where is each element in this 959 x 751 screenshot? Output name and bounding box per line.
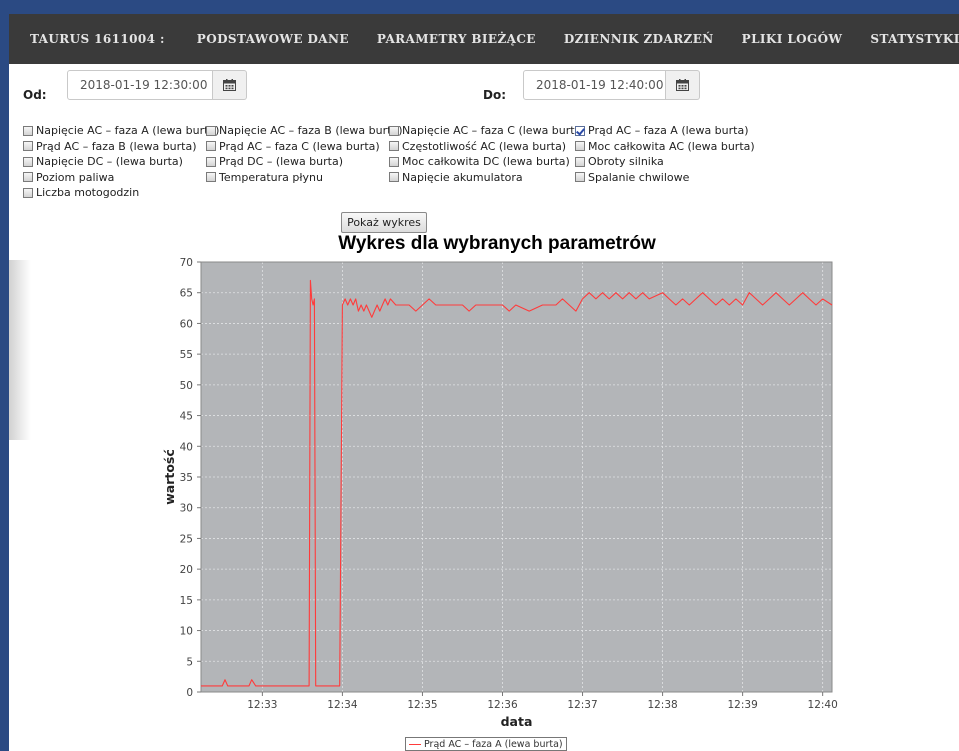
y-tick-label: 15 [180,595,193,607]
x-tick-label: 12:33 [247,699,277,711]
y-tick-label: 10 [180,626,193,638]
x-tick-label: 12:37 [567,699,597,711]
x-tick-label: 12:40 [808,699,838,711]
x-axis-label: data [501,714,533,729]
x-tick-label: 12:39 [727,699,757,711]
line-chart: 0 5 10 15 20 25 30 35 40 45 50 55 60 65 70 12:33 12:34 12… [162,257,838,729]
chart-legend: Prąd AC – faza A (lewa burta) [405,737,567,751]
y-tick-label: 70 [180,257,193,269]
y-tick-label: 45 [180,411,193,423]
y-tick-label: 65 [180,288,193,300]
y-tick-label: 20 [180,564,193,576]
y-axis-label: wartość [162,449,177,505]
y-tick-label: 55 [180,349,193,361]
legend-line-swatch [409,743,421,745]
x-tick-label: 12:34 [327,699,358,711]
y-tick-label: 0 [186,687,193,699]
y-tick-label: 50 [180,380,193,392]
y-tick-label: 40 [180,441,193,453]
y-tick-label: 35 [180,472,193,484]
legend-series-name: Prąd AC – faza A (lewa burta) [424,738,563,750]
y-tick-label: 25 [180,533,193,545]
x-tick-label: 12:35 [407,699,437,711]
y-tick-label: 5 [186,656,193,668]
y-tick-label: 30 [180,503,193,515]
x-tick-label: 12:38 [647,699,677,711]
y-tick-label: 60 [180,318,193,330]
x-tick-label: 12:36 [487,699,518,711]
